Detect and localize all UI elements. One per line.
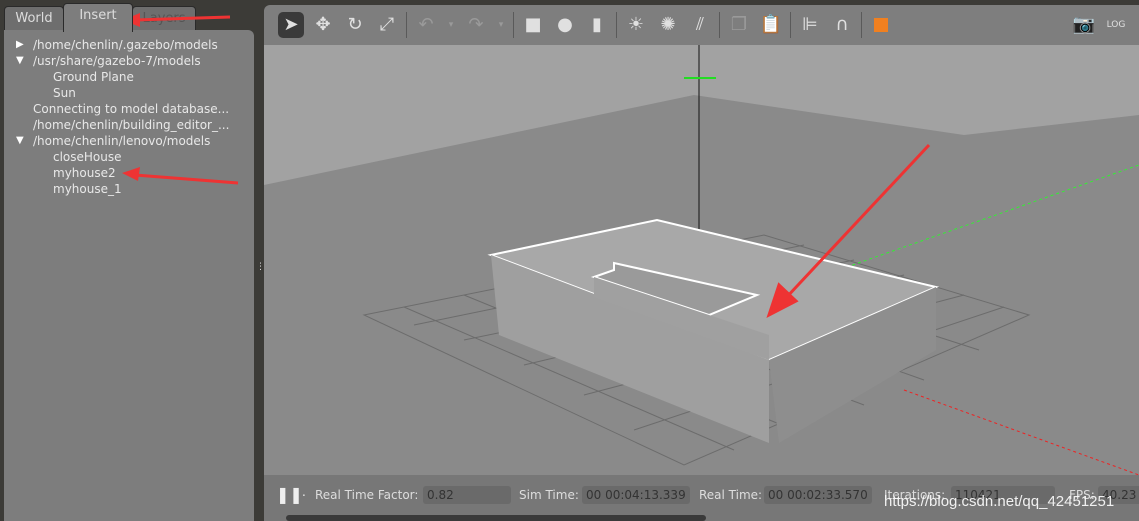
- translate-icon[interactable]: ✥: [310, 12, 336, 38]
- log-icon[interactable]: LOG: [1103, 12, 1129, 38]
- scale-icon[interactable]: ⤢: [374, 12, 400, 38]
- watermark: https://blog.csdn.net/qq_42451251: [884, 493, 1115, 510]
- redo-icon[interactable]: ↷: [463, 12, 489, 38]
- undo-icon[interactable]: ↶: [413, 12, 439, 38]
- scrollbar[interactable]: [286, 515, 706, 521]
- sim-time-label: Sim Time:: [519, 488, 579, 502]
- real-time-label: Real Time:: [699, 488, 763, 502]
- directional-light-icon[interactable]: ⫽: [687, 12, 713, 38]
- pause-icon[interactable]: ❚❚: [276, 485, 303, 504]
- real-time-value: 00 00:02:33.570: [764, 486, 872, 504]
- tab-insert[interactable]: Insert: [63, 3, 133, 32]
- align-icon[interactable]: ⊫: [797, 12, 823, 38]
- point-light-icon[interactable]: ☀: [623, 12, 649, 38]
- view-angle-icon[interactable]: [868, 12, 894, 38]
- paste-icon[interactable]: 📋: [758, 12, 784, 38]
- 3d-scene[interactable]: [264, 45, 1139, 475]
- separator: [406, 12, 407, 38]
- screenshot-icon[interactable]: 📷: [1071, 12, 1097, 38]
- copy-icon[interactable]: ❐: [726, 12, 752, 38]
- toolbar: ➤ ✥ ↻ ⤢ ↶ ▾ ↷ ▾ ■ ● ▮ ☀ ✺ ⫽ ❐ 📋 ⊫ ∩ 📷 LO…: [264, 5, 1139, 45]
- sphere-icon[interactable]: ●: [552, 12, 578, 38]
- spot-light-icon[interactable]: ✺: [655, 12, 681, 38]
- cylinder-icon[interactable]: ▮: [584, 12, 610, 38]
- select-arrow-icon[interactable]: ➤: [278, 12, 304, 38]
- separator: [790, 12, 791, 38]
- render-view: ➤ ✥ ↻ ⤢ ↶ ▾ ↷ ▾ ■ ● ▮ ☀ ✺ ⫽ ❐ 📋 ⊫ ∩ 📷 LO…: [264, 5, 1139, 521]
- separator: [616, 12, 617, 38]
- sim-time-value: 00 00:04:13.339: [582, 486, 690, 504]
- snap-magnet-icon[interactable]: ∩: [829, 12, 855, 38]
- rtf-value: 0.82: [423, 486, 511, 504]
- separator: [719, 12, 720, 38]
- redo-dropdown-icon[interactable]: ▾: [495, 12, 507, 38]
- rotate-icon[interactable]: ↻: [342, 12, 368, 38]
- undo-dropdown-icon[interactable]: ▾: [445, 12, 457, 38]
- rtf-label: Real Time Factor:: [315, 488, 419, 502]
- separator: [513, 12, 514, 38]
- separator: [861, 12, 862, 38]
- step-icon[interactable]: .: [302, 485, 306, 499]
- box-icon[interactable]: ■: [520, 12, 546, 38]
